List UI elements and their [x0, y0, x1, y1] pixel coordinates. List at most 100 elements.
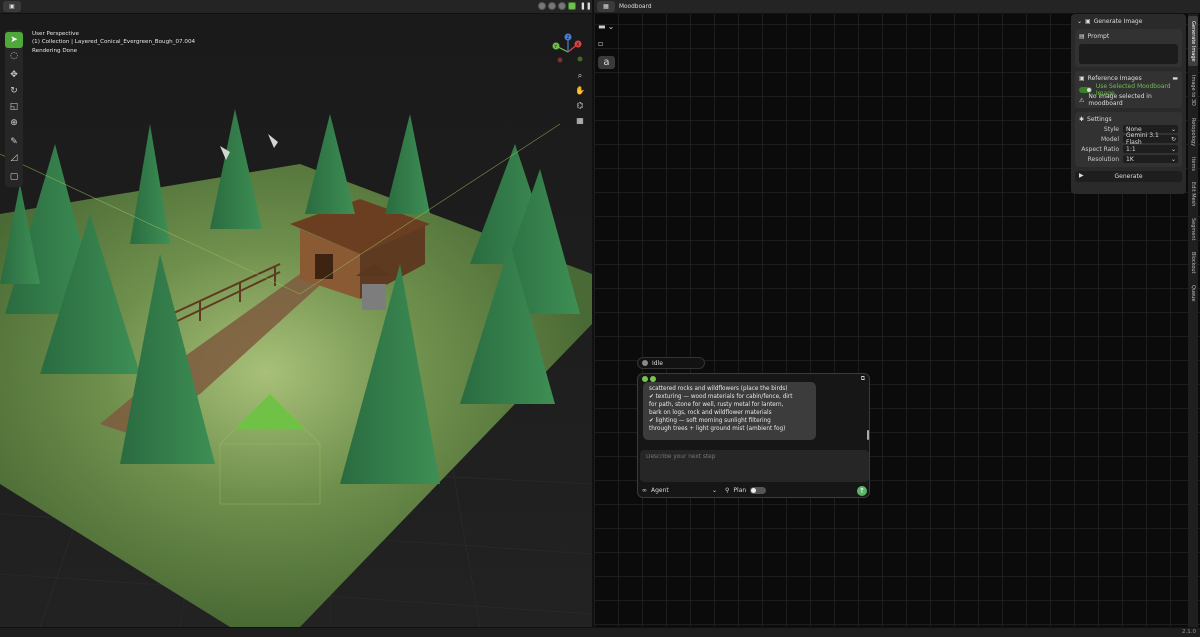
- image-icon: ▣: [1085, 18, 1091, 25]
- add-cube-tool-button[interactable]: ▢: [5, 169, 23, 185]
- tab-edit-mesh[interactable]: Edit Mesh: [1188, 178, 1198, 210]
- chat-controls: ∞ Agent ⌄ ⚲ Plan ↑: [642, 485, 867, 496]
- render-status-label: Rendering Done: [32, 47, 78, 54]
- pause-render-button[interactable]: ❚❚: [580, 2, 592, 11]
- folder-icon[interactable]: ▬: [1172, 75, 1178, 82]
- message-line: ✔ texturing — wood materials for cabin/f…: [649, 394, 793, 400]
- move-icon: ✥: [10, 70, 18, 80]
- chevron-down-icon: ⌄: [1170, 145, 1176, 153]
- image-icon: ▣: [1079, 75, 1085, 82]
- plan-label: Plan: [733, 487, 747, 494]
- measure-icon: ◿: [10, 153, 18, 163]
- warning-text: No image selected in moodboard: [1088, 93, 1152, 107]
- agent-status-text: Idle: [652, 359, 663, 367]
- use-selected-toggle[interactable]: [1079, 87, 1092, 93]
- hand-icon: ✋: [575, 86, 585, 95]
- transform-tool-button[interactable]: ⊕: [5, 115, 23, 131]
- viewport-nav-tools: ⌕ ✋ ⌬ ▦: [574, 70, 586, 127]
- arrow-up-icon: ↑: [859, 486, 865, 495]
- tweak-tool-button[interactable]: ➤: [5, 32, 23, 48]
- ortho-toggle-button[interactable]: ▦: [574, 115, 586, 127]
- annotate-tool-button[interactable]: ✎: [5, 134, 23, 150]
- rendered-shading-button[interactable]: [568, 2, 576, 10]
- folder-icon: ▬: [598, 22, 606, 31]
- panel-title: Generate Image: [1093, 18, 1143, 25]
- measure-tool-button[interactable]: ◿: [5, 150, 23, 166]
- expand-icon[interactable]: ⧉: [861, 375, 865, 383]
- chat-input-box[interactable]: [640, 450, 869, 482]
- resolution-select[interactable]: 1K ⌄: [1123, 155, 1178, 163]
- rotate-icon: ↻: [10, 86, 18, 96]
- tab-blockout[interactable]: Blockout: [1188, 248, 1198, 278]
- prompt-input[interactable]: [1079, 44, 1178, 64]
- tab-queue[interactable]: Queue: [1188, 282, 1198, 304]
- status-bar: 2.1.0: [0, 627, 1200, 637]
- viewport-info: User Perspective (1) Collection | Layere…: [32, 30, 195, 55]
- generate-label: Generate: [1114, 173, 1143, 180]
- refresh-icon[interactable]: ↻: [1171, 136, 1176, 143]
- gizmo-neg-x[interactable]: [557, 57, 563, 63]
- transform-icon: ⊕: [10, 118, 18, 128]
- resolution-row: Resolution 1K ⌄: [1079, 154, 1178, 164]
- sidebar-tabs: Generate Image Image to 3D Retopology It…: [1188, 14, 1198, 627]
- aspect-ratio-value: 1:1: [1126, 145, 1136, 153]
- panel-header[interactable]: ⌄ ▣ Generate Image: [1073, 16, 1184, 27]
- chat-scrollbar[interactable]: [867, 430, 869, 440]
- material-shading-button[interactable]: [558, 2, 566, 10]
- reference-section: ▣ Reference Images ▬ Use Selected Moodbo…: [1075, 71, 1182, 108]
- scale-tool-button[interactable]: ◱: [5, 99, 23, 115]
- navigation-gizmo[interactable]: X Y Z: [548, 32, 588, 72]
- plan-toggle[interactable]: [750, 487, 767, 494]
- cursor-icon: ➤: [10, 35, 18, 45]
- tab-image-to-3d[interactable]: Image to 3D: [1188, 70, 1198, 110]
- chat-input[interactable]: [646, 454, 863, 460]
- cube-icon: ▣: [9, 3, 15, 10]
- text-tool-glyph: a: [603, 57, 610, 68]
- tab-generate-image[interactable]: Generate Image: [1188, 16, 1198, 66]
- status-dot-icon: [642, 360, 648, 366]
- chevron-down-icon: ⌄: [607, 22, 615, 31]
- frame-icon: ▫: [598, 39, 604, 48]
- model-select[interactable]: Gemini 3.1 Flash ↻: [1123, 132, 1178, 146]
- folder-dropdown[interactable]: ▬ ⌄: [598, 22, 615, 31]
- gizmo-neg-y[interactable]: [577, 56, 583, 62]
- generate-button[interactable]: ▶ Generate: [1075, 171, 1182, 182]
- wireframe-shading-button[interactable]: [538, 2, 546, 10]
- move-tool-button[interactable]: ✥: [5, 67, 23, 83]
- moodboard-header: ▦ Moodboard: [594, 0, 1200, 14]
- infinity-icon: ∞: [642, 487, 647, 494]
- gizmo-x-label: X: [576, 42, 579, 48]
- tab-items[interactable]: Items: [1188, 154, 1198, 174]
- editor-type-button[interactable]: ▦: [597, 1, 615, 12]
- pan-button[interactable]: ✋: [574, 85, 586, 97]
- model-label: Model: [1100, 135, 1119, 143]
- attach-icon[interactable]: ⚲: [725, 487, 729, 494]
- camera-view-button[interactable]: ⌬: [574, 100, 586, 112]
- aspect-ratio-select[interactable]: 1:1 ⌄: [1123, 145, 1178, 153]
- text-tool-button[interactable]: a: [598, 56, 615, 69]
- select-tool-button[interactable]: ◌: [5, 48, 23, 64]
- warning-row: ⚠ No image selected in moodboard: [1079, 93, 1178, 107]
- rendered-scene: [0, 14, 592, 627]
- settings-label: Settings: [1087, 116, 1112, 123]
- agent-status-pill: Idle: [637, 357, 705, 369]
- gizmo-z-label: Z: [567, 35, 570, 41]
- tab-segment[interactable]: Segment: [1188, 214, 1198, 244]
- frame-dropdown[interactable]: ▫: [598, 39, 615, 48]
- zoom-button[interactable]: ⌕: [574, 70, 586, 82]
- aspect-ratio-row: Aspect Ratio 1:1 ⌄: [1079, 144, 1178, 154]
- tab-retopology[interactable]: Retopology: [1188, 114, 1198, 150]
- agent-mode-select[interactable]: ∞ Agent ⌄: [642, 487, 717, 494]
- image-editor-icon: ▦: [603, 3, 609, 10]
- solid-shading-button[interactable]: [548, 2, 556, 10]
- send-button[interactable]: ↑: [857, 485, 867, 496]
- chevron-down-icon: ⌄: [1077, 18, 1083, 25]
- prompt-label: Prompt: [1087, 33, 1110, 40]
- settings-header: ✱ Settings: [1079, 115, 1178, 124]
- moodboard-tools: ▬ ⌄ ▫ a: [598, 22, 615, 69]
- reference-label: Reference Images: [1087, 75, 1142, 82]
- 3d-viewport[interactable]: ▣ ❚❚ User Perspective (1) Collection | L…: [0, 0, 592, 627]
- editor-type-button[interactable]: ▣: [3, 1, 21, 12]
- warning-icon: ⚠: [1079, 96, 1085, 104]
- rotate-tool-button[interactable]: ↻: [5, 83, 23, 99]
